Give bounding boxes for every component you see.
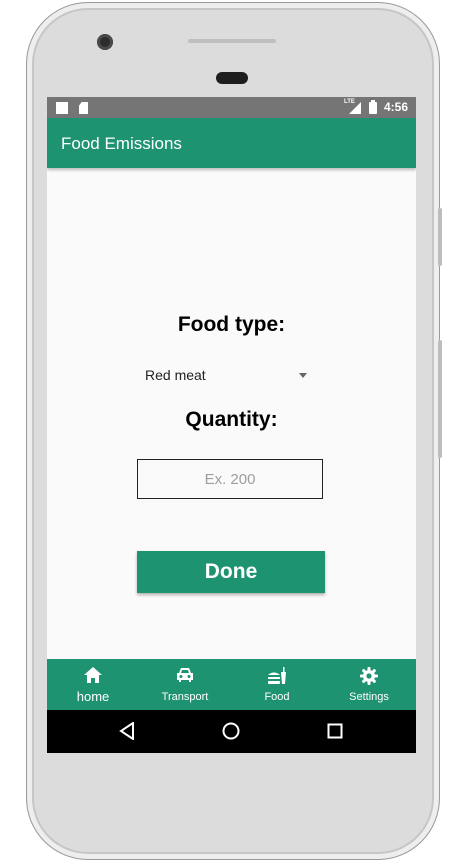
dropdown-arrow-icon — [299, 373, 307, 378]
recents-icon[interactable] — [327, 723, 343, 739]
device-screen: LTE 4:56 Food Emissions Food type: Red m… — [47, 97, 416, 753]
signal-icon — [349, 102, 361, 114]
quantity-input[interactable] — [137, 459, 323, 499]
app-bar: Food Emissions — [47, 118, 416, 168]
nav-item-food[interactable]: Food — [231, 659, 323, 710]
car-icon — [139, 667, 231, 685]
food-type-dropdown[interactable]: Red meat — [139, 362, 309, 388]
back-icon[interactable] — [119, 722, 135, 740]
fastfood-icon — [231, 667, 323, 685]
food-type-selected: Red meat — [145, 367, 206, 383]
home-circle-icon[interactable] — [222, 722, 240, 740]
nav-item-home[interactable]: home — [47, 659, 139, 710]
earpiece-speaker — [188, 39, 276, 43]
clock: 4:56 — [383, 100, 408, 114]
nav-label-food: Food — [264, 691, 290, 703]
app-title: Food Emissions — [61, 134, 182, 153]
front-camera — [97, 34, 113, 50]
battery-icon — [369, 100, 377, 114]
volume-button — [438, 340, 442, 458]
nav-item-transport[interactable]: Transport — [139, 659, 231, 710]
nav-item-settings[interactable]: Settings — [323, 659, 415, 710]
bottom-navigation: home Transport Food Settings — [47, 659, 416, 710]
home-icon — [47, 667, 139, 685]
notification-icon — [56, 102, 68, 114]
nav-label-home: home — [76, 689, 110, 704]
system-navigation-bar — [47, 710, 416, 753]
status-bar: LTE 4:56 — [47, 97, 416, 118]
nav-label-transport: Transport — [161, 691, 209, 703]
quantity-label: Quantity: — [185, 408, 278, 431]
food-type-label: Food type: — [177, 313, 286, 336]
gear-icon — [323, 667, 415, 685]
nav-label-settings: Settings — [349, 691, 389, 703]
proximity-sensor — [216, 72, 248, 84]
sd-card-icon — [79, 102, 88, 114]
done-button[interactable]: Done — [137, 551, 325, 593]
power-button — [438, 208, 442, 266]
